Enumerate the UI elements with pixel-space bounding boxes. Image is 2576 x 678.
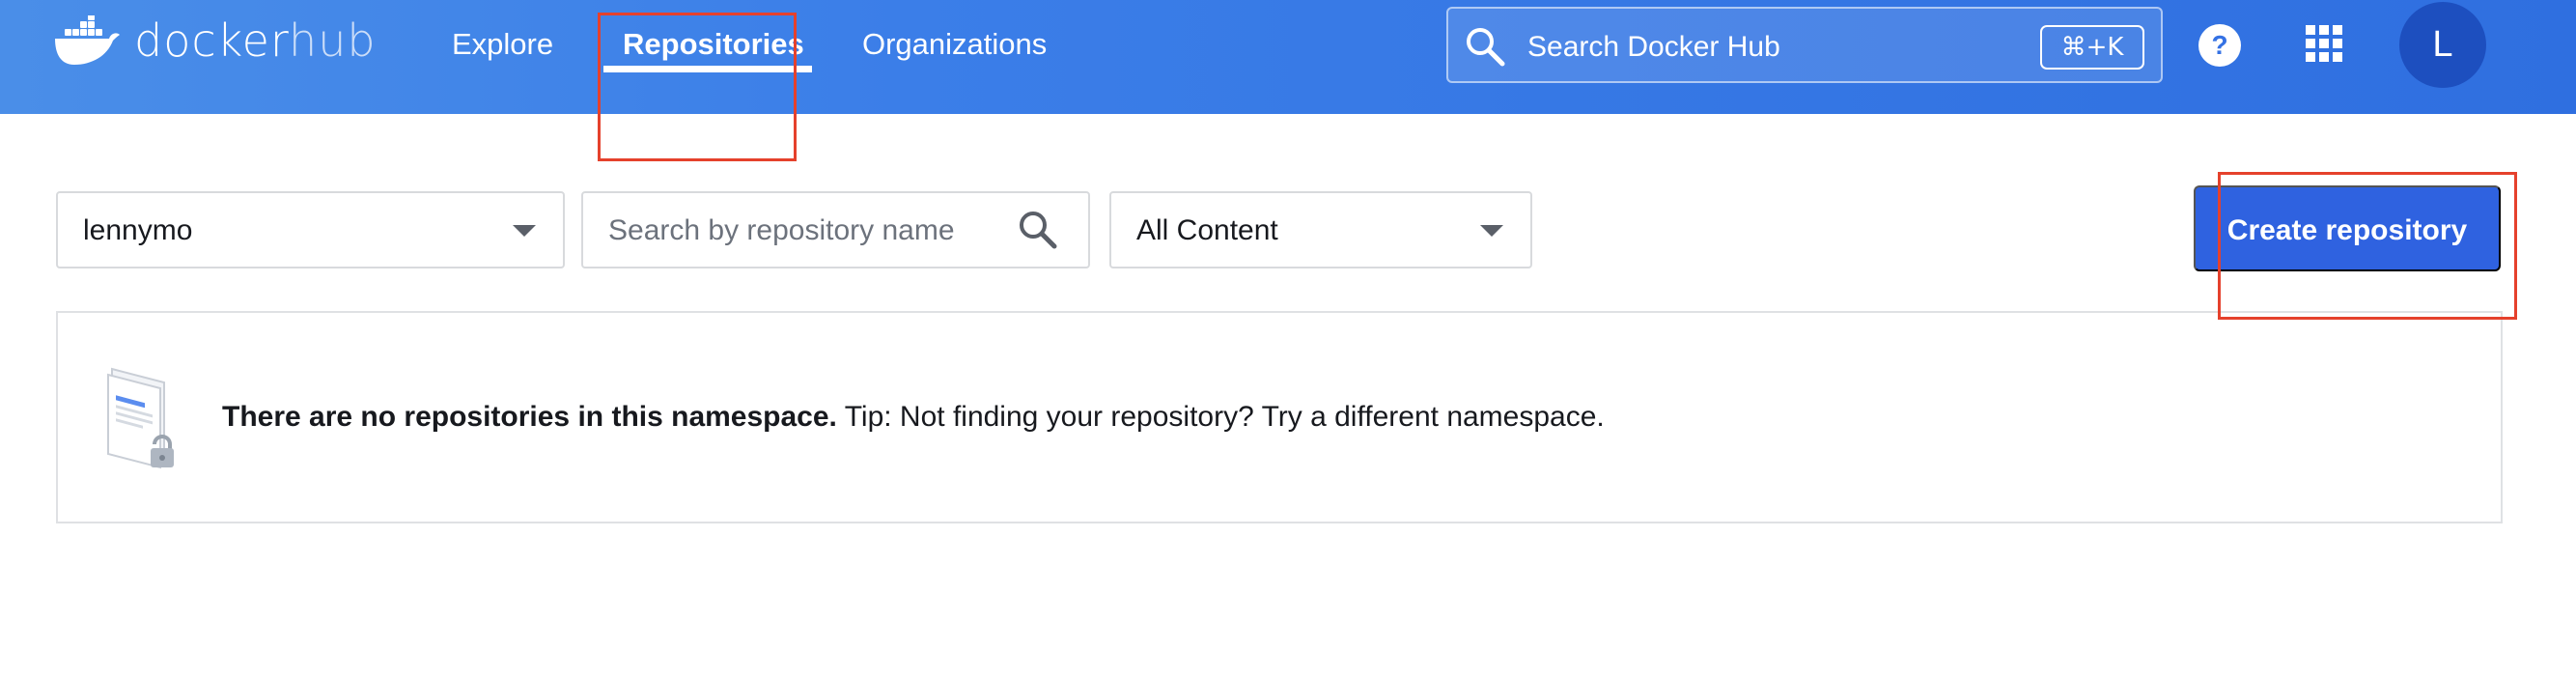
nav-organizations[interactable]: Organizations (862, 25, 1047, 64)
empty-repository-illustration (104, 363, 182, 484)
empty-state-tip: Tip: Not finding your repository? Try a … (844, 401, 1605, 433)
help-icon[interactable]: ? (2198, 23, 2242, 72)
empty-state-panel: There are no repositories in this namesp… (56, 311, 2503, 523)
brand-name-secondary: hub (289, 14, 377, 67)
docker-hub-logo[interactable]: dockerhub (53, 14, 377, 68)
namespace-value: lennymo (83, 214, 193, 246)
apps-grid-icon[interactable] (2306, 25, 2342, 67)
brand-name-primary: docker (134, 14, 290, 67)
empty-state-title: There are no repositories in this namesp… (222, 401, 837, 433)
nav-explore[interactable]: Explore (452, 25, 553, 64)
global-search-input[interactable]: Search Docker Hub ⌘+K (1446, 7, 2163, 83)
content-filter-select[interactable]: All Content (1109, 191, 1532, 268)
chevron-down-icon (513, 225, 536, 237)
content-filter-value: All Content (1136, 214, 1278, 246)
namespace-select[interactable]: lennymo (56, 191, 565, 268)
svg-text:?: ? (2211, 30, 2227, 60)
brand-wordmark: dockerhub (134, 18, 377, 63)
search-icon (1464, 25, 1506, 72)
highlight-box-repositories (598, 13, 797, 161)
top-navigation-bar: dockerhub Explore Repositories Organizat… (0, 0, 2576, 114)
search-shortcut-badge: ⌘+K (2040, 25, 2144, 70)
search-placeholder: Search Docker Hub (1527, 31, 1780, 63)
repository-search-input[interactable]: Search by repository name (581, 191, 1090, 268)
highlight-box-create-repository (2218, 172, 2517, 320)
repository-search-placeholder: Search by repository name (608, 214, 955, 246)
docker-whale-icon (53, 15, 121, 66)
search-icon[interactable] (1017, 209, 1059, 256)
chevron-down-icon (1480, 225, 1503, 237)
user-avatar[interactable]: L (2399, 2, 2486, 88)
empty-state-message: There are no repositories in this namesp… (222, 400, 1605, 435)
